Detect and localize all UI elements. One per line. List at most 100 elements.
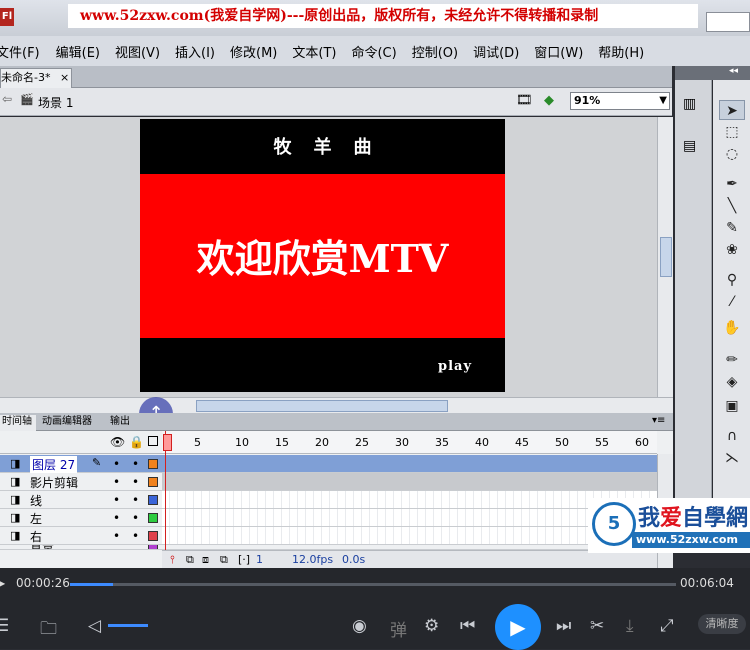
edit-scene-icon[interactable]: 🎞	[516, 93, 533, 108]
next-icon[interactable]: ⏭	[556, 616, 571, 636]
layer-frames[interactable]	[162, 509, 657, 526]
play-pause-button[interactable]: ▶	[495, 604, 541, 650]
progress-bar[interactable]	[70, 583, 676, 586]
zoom-select[interactable]: 91% ▼	[570, 92, 670, 110]
scissors-icon[interactable]: ✂	[590, 616, 604, 636]
swap-colors-icon[interactable]: ▣	[719, 396, 745, 416]
playlist-icon[interactable]: ☰	[0, 616, 9, 636]
pencil-tool-icon[interactable]: ✎	[719, 218, 745, 238]
tab-timeline[interactable]: 时间轴	[0, 415, 36, 431]
stage[interactable]: 牧羊曲 欢迎欣赏MTV play	[140, 119, 505, 392]
lock-icon[interactable]: 🔒	[129, 435, 144, 449]
layer-row[interactable]: ◨ 右 • •	[0, 527, 657, 545]
volume-icon[interactable]: ◁	[88, 616, 101, 636]
tools-collapse-bar[interactable]: ◂◂	[675, 66, 750, 80]
volume-slider[interactable]	[108, 624, 148, 627]
eye-protect-icon[interactable]: ◉	[352, 616, 367, 636]
download-icon[interactable]: ⤓	[626, 616, 634, 636]
timeline-panel: 👁 🔒 1 5 10 15 20 25 30 35 40 45 50 55 60…	[0, 431, 673, 568]
frame-rate[interactable]: 12.0fps	[292, 553, 333, 566]
onion-skin-icon[interactable]: ⧉	[186, 553, 194, 567]
layer-color-swatch[interactable]	[148, 459, 158, 469]
clarity-button[interactable]: 清晰度	[698, 614, 746, 634]
close-icon[interactable]: ×	[60, 71, 69, 84]
title-search-box[interactable]	[706, 12, 750, 32]
eye-icon[interactable]: 👁	[110, 435, 125, 449]
frame-ruler[interactable]: 1 5 10 15 20 25 30 35 40 45 50 55 60	[162, 431, 657, 454]
modify-markers-icon[interactable]: [·]	[238, 553, 250, 566]
layer-frames[interactable]	[162, 491, 657, 508]
play-button[interactable]: play	[438, 359, 472, 374]
folder-icon[interactable]: 🗀	[40, 616, 57, 645]
onion-outline-icon[interactable]: ⧈	[202, 553, 209, 567]
library-icon[interactable]: ▥	[683, 96, 696, 112]
eyedropper-tool-icon[interactable]: ⁄	[719, 292, 745, 312]
scene-label: 场景 1	[38, 96, 74, 110]
previous-icon[interactable]: ⏮	[460, 616, 475, 636]
stroke-color-icon[interactable]: ✏	[719, 350, 745, 370]
center-frame-icon[interactable]: ⫯	[170, 553, 175, 567]
panel-menu-icon[interactable]: ▾≡	[652, 415, 665, 426]
layer-color-swatch[interactable]	[148, 495, 158, 505]
menu-edit[interactable]: 编辑(E)	[56, 42, 100, 61]
site-title: 我爱自學網	[638, 506, 749, 531]
menu-window[interactable]: 窗口(W)	[534, 42, 583, 61]
outline-icon[interactable]	[148, 436, 158, 446]
bone-tool-icon[interactable]: ⚲	[719, 270, 745, 290]
layer-color-swatch[interactable]	[148, 477, 158, 487]
menu-view[interactable]: 视图(V)	[115, 42, 160, 61]
back-arrow-icon[interactable]: ⇦	[2, 92, 12, 106]
line-tool-icon[interactable]: ╲	[719, 196, 745, 216]
settings-sliders-icon[interactable]: ⚙	[424, 616, 439, 636]
fill-color-icon[interactable]: ◈	[719, 372, 745, 392]
properties-icon[interactable]: ▤	[683, 138, 696, 154]
deco-tool-icon[interactable]: ❀	[719, 240, 745, 260]
scroll-thumb[interactable]	[660, 237, 672, 277]
selection-tool-icon[interactable]: ➤	[719, 100, 745, 120]
stage-horizontal-scrollbar[interactable]	[0, 397, 673, 413]
layer-frames[interactable]	[162, 527, 657, 544]
document-tab[interactable]: 未命名-3* ×	[0, 68, 72, 88]
menu-debug[interactable]: 调试(D)	[473, 42, 519, 61]
lasso-tool-icon[interactable]: ◌	[719, 144, 745, 164]
edit-multiple-icon[interactable]: ⧉	[220, 553, 228, 567]
hand-tool-icon[interactable]: ✋	[719, 318, 745, 338]
pen-tool-icon[interactable]: ✒	[719, 174, 745, 194]
danmaku-button[interactable]: 弹	[390, 616, 407, 641]
layer-color-swatch[interactable]	[148, 545, 158, 549]
playhead[interactable]	[165, 431, 171, 568]
layer-frames[interactable]	[162, 455, 657, 472]
layer-name[interactable]: 线	[30, 492, 42, 509]
layer-name[interactable]: 图层 27	[30, 456, 78, 473]
layer-frames[interactable]	[162, 473, 657, 490]
menu-insert[interactable]: 插入(I)	[175, 42, 215, 61]
menu-commands[interactable]: 命令(C)	[351, 42, 396, 61]
layer-color-swatch[interactable]	[148, 531, 158, 541]
ruler-tick: 5	[194, 436, 201, 449]
scroll-thumb[interactable]	[196, 400, 448, 412]
menu-control[interactable]: 控制(O)	[412, 42, 458, 61]
fullscreen-icon[interactable]: ⤢	[660, 616, 674, 636]
play-small-icon[interactable]: ▶	[0, 576, 5, 590]
smooth-icon[interactable]: ⋋	[719, 448, 745, 468]
stage-vertical-scrollbar[interactable]	[657, 117, 673, 397]
layer-row[interactable]: ◨ 图层 27 ✎ • •	[0, 455, 657, 473]
layer-name[interactable]: 右	[30, 528, 42, 545]
layer-name[interactable]: 影片剪辑	[30, 474, 78, 491]
tab-motion-editor[interactable]: 动画编辑器	[38, 415, 96, 431]
menu-file[interactable]: 文件(F)	[0, 42, 40, 61]
snap-magnet-icon[interactable]: ∩	[719, 426, 745, 446]
edit-symbols-icon[interactable]: ◆	[544, 93, 554, 108]
menu-modify[interactable]: 修改(M)	[230, 42, 277, 61]
tab-output[interactable]: 输出	[106, 415, 134, 431]
menu-help[interactable]: 帮助(H)	[598, 42, 644, 61]
layer-name[interactable]: 左	[30, 510, 42, 527]
layer-row[interactable]: ◨ 左 • •	[0, 509, 657, 527]
layer-row[interactable]: ◨ 线 • •	[0, 491, 657, 509]
playhead-handle[interactable]	[163, 434, 172, 451]
menu-text[interactable]: 文本(T)	[292, 42, 336, 61]
layer-color-swatch[interactable]	[148, 513, 158, 523]
layer-name[interactable]: 背景	[30, 545, 54, 549]
subselection-tool-icon[interactable]: ⬚	[719, 122, 745, 142]
layer-row[interactable]: ◨ 影片剪辑 • •	[0, 473, 657, 491]
